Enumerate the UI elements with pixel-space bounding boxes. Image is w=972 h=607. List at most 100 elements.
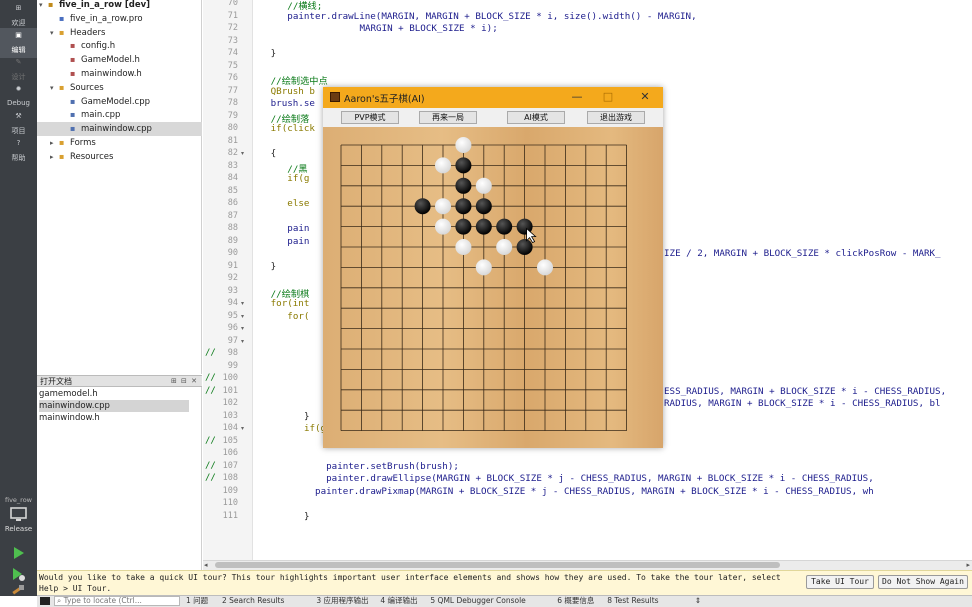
- code-line: for(: [287, 310, 310, 322]
- code-line: painter.drawPixmap(MARGIN + BLOCK_SIZE *…: [315, 485, 874, 497]
- output-pane-button[interactable]: 8 Test Results: [607, 596, 658, 606]
- ai-mode-button[interactable]: AI模式: [507, 111, 565, 124]
- tree-item[interactable]: ▪ mainwindow.cpp: [37, 122, 202, 137]
- tree-item[interactable]: ▪ five_in_a_row.pro: [37, 12, 143, 26]
- line-number-gutter: 70 71 72 73 74 75 76 77 78 79 80 81 82 83 84 85 86 87 88 89…: [203, 0, 253, 560]
- open-documents-header: 打开文档 ⊞ ⊟ ✕: [37, 375, 202, 387]
- do-not-show-again-button[interactable]: Do Not Show Again: [878, 575, 968, 589]
- tree-item[interactable]: ▪ config.h: [37, 39, 115, 53]
- chevron-down-icon[interactable]: ▾: [39, 0, 48, 12]
- line-number: 71: [227, 10, 238, 21]
- comment-marker: //: [205, 385, 216, 396]
- code-line: brush.se: [270, 98, 315, 109]
- output-pane-button[interactable]: 1 问题: [186, 596, 208, 606]
- open-documents-controls[interactable]: ⊞ ⊟ ✕: [168, 376, 198, 387]
- pencil-icon: ✎: [15, 58, 22, 66]
- pvp-mode-button[interactable]: PVP模式: [341, 111, 399, 124]
- chevron-down-icon[interactable]: ▾: [50, 81, 59, 95]
- output-pane-button[interactable]: 6 概要信息: [557, 596, 594, 606]
- white-stone: [537, 259, 553, 276]
- code-line: pain: [287, 223, 310, 234]
- code-line: MARGIN + BLOCK_SIZE * i);: [359, 23, 498, 34]
- fold-marker-icon[interactable]: ▾: [241, 325, 244, 332]
- tree-item[interactable]: ▪ GameModel.h: [37, 53, 140, 67]
- chevron-down-icon[interactable]: ▾: [50, 26, 59, 40]
- mode-label: 项目: [11, 127, 26, 135]
- help-mode[interactable]: ? 帮助: [0, 136, 37, 166]
- scroll-right-icon[interactable]: ▸: [966, 561, 970, 569]
- tree-item[interactable]: ▾ ▪ five_in_a_row [dev]: [37, 0, 150, 12]
- white-stone: [496, 239, 513, 255]
- new-game-button[interactable]: 再来一局: [419, 111, 477, 124]
- more-panes-icon[interactable]: ⇕: [695, 596, 701, 606]
- output-pane-button[interactable]: 2 Search Results: [222, 596, 284, 606]
- line-number: 87: [227, 210, 238, 221]
- design-mode[interactable]: ✎ 设计: [0, 55, 37, 85]
- chevron-right-icon[interactable]: ▸: [50, 136, 59, 150]
- take-ui-tour-button[interactable]: Take UI Tour: [806, 575, 874, 589]
- output-pane-button[interactable]: 5 QML Debugger Console: [430, 596, 525, 606]
- kit-selector[interactable]: [8, 507, 30, 523]
- fold-marker-icon[interactable]: ▾: [241, 300, 244, 307]
- tree-item-label: five_in_a_row [dev]: [59, 0, 151, 10]
- tree-item-label: Resources: [70, 151, 114, 162]
- output-pane-button[interactable]: 3 应用程序输出: [316, 596, 368, 606]
- output-pane-button[interactable]: 4 编译输出: [380, 596, 417, 606]
- tree-item[interactable]: ▸ ▪ Forms: [37, 136, 96, 150]
- welcome-mode[interactable]: ⊞ 欢迎: [0, 1, 37, 31]
- debug-mode[interactable]: ✹ Debug: [0, 82, 37, 112]
- project-mode[interactable]: ⚒ 项目: [0, 109, 37, 139]
- fold-marker-icon[interactable]: ▾: [241, 313, 244, 320]
- line-number: 96: [227, 323, 238, 333]
- scroll-left-icon[interactable]: ◂: [204, 561, 208, 569]
- comment-marker: //: [205, 348, 216, 358]
- build-button[interactable]: [10, 584, 26, 600]
- tree-item[interactable]: ▾ ▪ Sources: [37, 81, 104, 95]
- fold-marker-icon[interactable]: ▾: [241, 338, 244, 345]
- mode-label: 编辑: [11, 46, 26, 54]
- code-line: for(int: [270, 298, 310, 309]
- search-icon: ⌕: [57, 596, 62, 605]
- edit-doc-icon: ▣: [15, 31, 22, 39]
- horizontal-scroll-thumb[interactable]: [215, 562, 780, 568]
- toggle-sidebar-icon[interactable]: [40, 597, 50, 605]
- maximize-button[interactable]: □: [598, 89, 618, 105]
- white-stone: [435, 198, 451, 215]
- comment-marker: //: [205, 373, 216, 383]
- open-document-item[interactable]: mainwindow.h: [39, 412, 189, 424]
- board-grid[interactable]: [323, 127, 663, 448]
- open-documents-list: gamemodel.h mainwindow.cpp mainwindow.h: [37, 387, 202, 596]
- tree-item[interactable]: ▪ GameModel.cpp: [37, 95, 150, 109]
- line-number: 111: [222, 510, 238, 521]
- tree-item[interactable]: ▪ mainwindow.h: [37, 67, 142, 81]
- run-button[interactable]: [10, 545, 26, 561]
- gomoku-window[interactable]: Aaron's五子棋(AI) — □ ✕ PVP模式 再来一局 AI模式 退出游戏: [323, 87, 663, 448]
- fold-marker-icon[interactable]: ▾: [241, 425, 244, 432]
- exit-game-button[interactable]: 退出游戏: [587, 111, 645, 124]
- line-number: 73: [227, 35, 238, 46]
- locate-input[interactable]: ⌕ Type to locate (Ctrl...: [54, 596, 180, 606]
- white-stone: [455, 239, 472, 255]
- debug-run-icon: [13, 568, 25, 581]
- chevron-right-icon[interactable]: ▸: [50, 150, 59, 164]
- close-button[interactable]: ✕: [635, 89, 655, 105]
- hammer-icon: [12, 585, 24, 595]
- gomoku-title: Aaron's五子棋(AI): [344, 94, 425, 105]
- fold-marker-icon[interactable]: ▾: [241, 150, 244, 157]
- tree-item[interactable]: ▸ ▪ Resources: [37, 150, 113, 164]
- folder-icon: ▪: [59, 27, 65, 37]
- tree-item[interactable]: ▪ main.cpp: [37, 108, 120, 122]
- code-line: QBrush b: [270, 85, 315, 97]
- line-number: 104: [222, 423, 238, 433]
- minimize-button[interactable]: —: [567, 89, 587, 105]
- line-number: 81: [227, 135, 238, 146]
- tree-item[interactable]: ▾ ▪ Headers: [37, 26, 105, 40]
- debug-run-button[interactable]: [10, 566, 26, 582]
- line-number: 84: [227, 173, 238, 183]
- gomoku-board[interactable]: [323, 127, 663, 448]
- black-stone: [475, 218, 492, 235]
- open-document-item[interactable]: gamemodel.h: [39, 388, 189, 400]
- open-document-item[interactable]: mainwindow.cpp: [39, 400, 189, 412]
- gomoku-titlebar[interactable]: Aaron's五子棋(AI) — □ ✕: [323, 87, 663, 108]
- edit-mode[interactable]: ▣ 编辑: [0, 28, 37, 58]
